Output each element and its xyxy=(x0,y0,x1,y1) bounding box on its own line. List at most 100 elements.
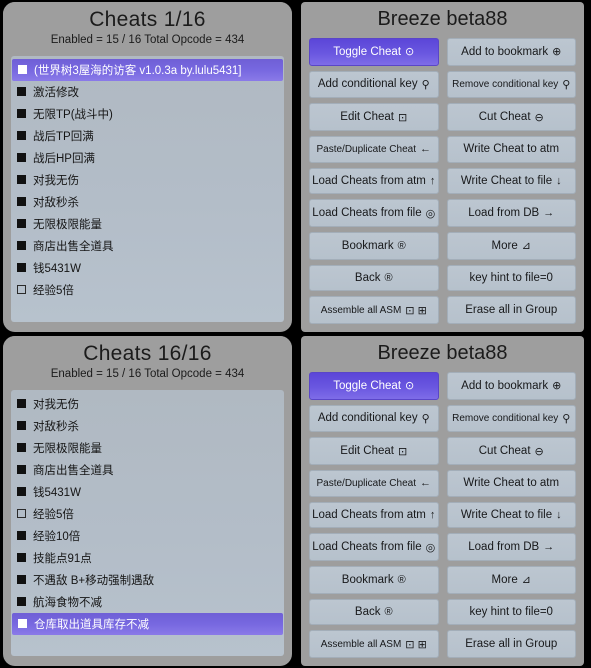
button-label: Erase all in Group xyxy=(465,638,558,651)
breeze-button-more[interactable]: More ⊿ xyxy=(446,565,576,594)
cheat-list-item[interactable]: 钱5431W xyxy=(11,257,284,279)
cheat-list-item[interactable]: 商店出售全道具 xyxy=(11,235,284,257)
checkbox-checked-icon[interactable] xyxy=(17,197,26,207)
breeze-button-erase-all-in-group[interactable]: Erase all in Group xyxy=(446,630,576,658)
breeze-button-key-hint-to-file-0[interactable]: key hint to file=0 xyxy=(446,598,576,626)
checkbox-unchecked-icon[interactable] xyxy=(17,509,26,519)
checkbox-checked-icon[interactable] xyxy=(17,175,26,185)
checkbox-checked-icon[interactable] xyxy=(17,465,26,475)
checkbox-checked-icon[interactable] xyxy=(17,263,26,273)
cheat-list-item[interactable]: 对敌秒杀 xyxy=(11,415,284,437)
cheat-item-label: 经验5倍 xyxy=(33,508,74,521)
checkbox-checked-icon[interactable] xyxy=(17,487,26,497)
target-icon: ⊙ xyxy=(405,380,415,393)
checkbox-checked-icon[interactable] xyxy=(17,219,26,229)
cheat-list-item[interactable]: 仓库取出道具库存不减 xyxy=(12,612,283,635)
breeze-button-bookmark[interactable]: Bookmark ® xyxy=(309,565,439,594)
breeze-button-key-hint-to-file-0[interactable]: key hint to file=0 xyxy=(446,264,576,292)
cheat-list-item[interactable]: 对敌秒杀 xyxy=(11,191,284,213)
breeze-button-paste-duplicate-cheat[interactable]: Paste/Duplicate Cheat ← xyxy=(309,135,439,163)
breeze-button-load-from-db[interactable]: Load from DB → xyxy=(446,533,576,561)
cheat-list-item[interactable]: 对我无伤 xyxy=(11,169,284,191)
breeze-button-back[interactable]: Back ® xyxy=(309,264,439,292)
breeze-button-write-cheat-to-file[interactable]: Write Cheat to file ↓ xyxy=(446,167,576,195)
breeze-button-remove-conditional-key[interactable]: Remove conditional key ⚲ xyxy=(446,404,576,433)
checkbox-checked-icon[interactable] xyxy=(17,87,26,97)
checkbox-checked-icon[interactable] xyxy=(18,65,27,75)
cheat-list-item[interactable]: 不遇敌 B+移动强制遇敌 xyxy=(11,569,284,591)
breeze-button-load-cheats-from-file[interactable]: Load Cheats from file ◎ xyxy=(309,199,439,227)
cheat-list-item[interactable]: 技能点91点 xyxy=(11,547,284,569)
cheat-list-item[interactable]: 无限极限能量 xyxy=(11,437,284,459)
cheat-list-item[interactable]: 经验5倍 xyxy=(11,503,284,525)
cheat-item-label: 对敌秒杀 xyxy=(33,420,79,433)
cheat-list-item[interactable]: 对我无伤 xyxy=(11,393,284,415)
breeze-button-more[interactable]: More ⊿ xyxy=(446,231,576,260)
breeze-panel-top: Breeze beta88 Toggle Cheat ⊙ Add to bookma… xyxy=(301,2,584,332)
checkbox-checked-icon[interactable] xyxy=(17,421,26,431)
checkbox-checked-icon[interactable] xyxy=(17,531,26,541)
breeze-button-edit-cheat[interactable]: Edit Cheat ⊡ xyxy=(309,437,439,465)
cheat-list-item[interactable]: 经验5倍 xyxy=(11,279,284,301)
cheat-list-item[interactable]: (世界树3屋海的访客 v1.0.3a by.lulu5431] xyxy=(12,58,283,81)
cheat-list-item[interactable]: 航海食物不减 xyxy=(11,591,284,613)
breeze-button-remove-conditional-key[interactable]: Remove conditional key ⚲ xyxy=(446,70,576,99)
breeze-button-cut-cheat[interactable]: Cut Cheat ⊖ xyxy=(446,437,576,465)
breeze-button-add-conditional-key[interactable]: Add conditional key ⚲ xyxy=(309,404,439,433)
breeze-button-write-cheat-to-file[interactable]: Write Cheat to file ↓ xyxy=(446,501,576,529)
cheat-list-item[interactable]: 无限极限能量 xyxy=(11,213,284,235)
button-label: Remove conditional key xyxy=(452,78,559,90)
breeze-button-load-cheats-from-atm[interactable]: Load Cheats from atm ↑ xyxy=(309,167,439,195)
breeze-button-toggle-cheat[interactable]: Toggle Cheat ⊙ xyxy=(309,38,439,66)
checkbox-checked-icon[interactable] xyxy=(17,575,26,585)
breeze-button-write-cheat-to-atm[interactable]: Write Cheat to atm xyxy=(446,135,576,163)
button-label: Add conditional key xyxy=(317,78,418,91)
checkbox-unchecked-icon[interactable] xyxy=(17,285,26,295)
breeze-button-assemble-all-asm[interactable]: Assemble all ASM ⊡ ⊞ xyxy=(309,630,439,658)
checkbox-checked-icon[interactable] xyxy=(17,553,26,563)
breeze-button-edit-cheat[interactable]: Edit Cheat ⊡ xyxy=(309,103,439,131)
breeze-button-add-to-bookmark[interactable]: Add to bookmark ⊕ xyxy=(446,38,576,66)
breeze-button-cut-cheat[interactable]: Cut Cheat ⊖ xyxy=(446,103,576,131)
cheat-list-item[interactable]: 无限TP(战斗中) xyxy=(11,103,284,125)
cheats-list-bottom[interactable]: 对我无伤对敌秒杀无限极限能量 商店出售全道具 钱5431W 经验5倍经验10倍技能点9… xyxy=(11,389,284,656)
checkbox-checked-icon[interactable] xyxy=(17,241,26,251)
app-screen: Cheats 1/16 Enabled = 15 / 16 Total Opco… xyxy=(0,0,591,668)
checkbox-checked-icon[interactable] xyxy=(18,619,27,629)
breeze-button-toggle-cheat[interactable]: Toggle Cheat ⊙ xyxy=(309,372,439,400)
button-label: Remove conditional key xyxy=(452,412,559,424)
cheat-item-label: 经验5倍 xyxy=(33,284,74,297)
button-label: More xyxy=(491,573,518,586)
breeze-button-add-to-bookmark[interactable]: Add to bookmark ⊕ xyxy=(446,372,576,400)
breeze-button-paste-duplicate-cheat[interactable]: Paste/Duplicate Cheat ← xyxy=(309,469,439,497)
cheat-list-item[interactable]: 激活修改 xyxy=(11,81,284,103)
cheat-list-item[interactable]: 战后HP回满 xyxy=(11,147,284,169)
cheat-list-item[interactable]: 商店出售全道具 xyxy=(11,459,284,481)
checkbox-checked-icon[interactable] xyxy=(17,399,26,409)
breeze-button-load-from-db[interactable]: Load from DB → xyxy=(446,199,576,227)
button-label: Toggle Cheat xyxy=(333,379,402,392)
checkbox-checked-icon[interactable] xyxy=(17,131,26,141)
checkbox-checked-icon[interactable] xyxy=(17,597,26,607)
breeze-button-back[interactable]: Back ® xyxy=(309,598,439,626)
checkbox-checked-icon[interactable] xyxy=(17,443,26,453)
cheat-list-item[interactable]: 钱5431W xyxy=(11,481,284,503)
breeze-button-add-conditional-key[interactable]: Add conditional key ⚲ xyxy=(309,70,439,99)
breeze-button-bookmark[interactable]: Bookmark ® xyxy=(309,231,439,260)
cheat-item-label: 对敌秒杀 xyxy=(33,196,79,209)
breeze-button-assemble-all-asm[interactable]: Assemble all ASM ⊡ ⊞ xyxy=(309,296,439,324)
breeze-button-load-cheats-from-atm[interactable]: Load Cheats from atm ↑ xyxy=(309,501,439,529)
checkbox-checked-icon[interactable] xyxy=(17,153,26,163)
cheats-header-top: Cheats 1/16 Enabled = 15 / 16 Total Opco… xyxy=(3,2,292,52)
r-button-icon: ® xyxy=(397,573,406,586)
cheat-list-item[interactable]: 经验10倍 xyxy=(11,525,284,547)
cheats-list-top[interactable]: (世界树3屋海的访客 v1.0.3a by.lulu5431] 激活修改 无限TP(… xyxy=(11,55,284,322)
cheat-item-label: 经验10倍 xyxy=(33,530,81,543)
button-label: Add to bookmark xyxy=(461,45,549,58)
breeze-button-erase-all-in-group[interactable]: Erase all in Group xyxy=(446,296,576,324)
breeze-button-load-cheats-from-file[interactable]: Load Cheats from file ◎ xyxy=(309,533,439,561)
breeze-button-write-cheat-to-atm[interactable]: Write Cheat to atm xyxy=(446,469,576,497)
checkbox-checked-icon[interactable] xyxy=(17,109,26,119)
cheat-list-item[interactable]: 战后TP回满 xyxy=(11,125,284,147)
breeze-panel-bottom: Breeze beta88 Toggle Cheat ⊙ Add to bookma… xyxy=(301,336,584,666)
